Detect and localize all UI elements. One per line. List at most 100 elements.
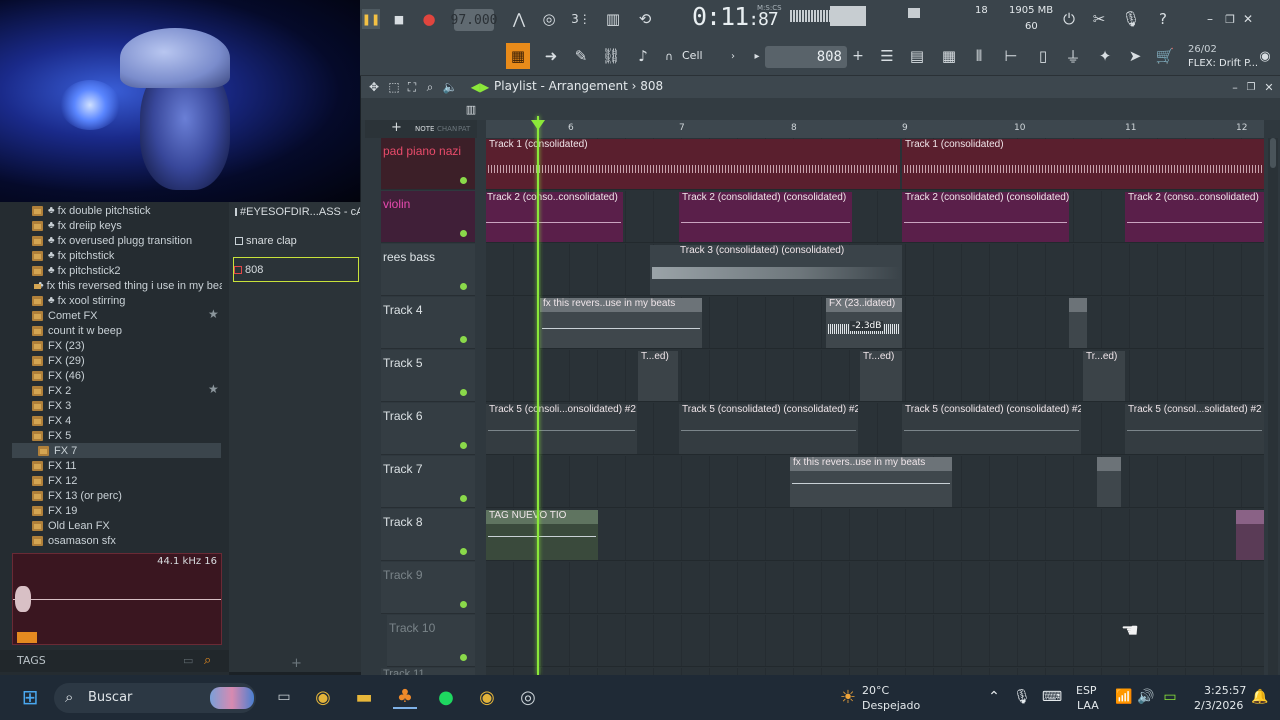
snap-next-icon[interactable]: › xyxy=(726,47,740,65)
loop-record-icon[interactable]: ⟲ xyxy=(634,9,656,29)
playlist-icon[interactable]: ☰ xyxy=(876,43,898,69)
tools-icon[interactable]: ✂ xyxy=(1088,9,1110,29)
obs-icon[interactable]: ◎ xyxy=(516,685,540,709)
track-lane[interactable]: Track 3 (consolidated) (consolidated) xyxy=(486,244,1264,296)
battery-icon[interactable]: ▭ xyxy=(1158,685,1182,709)
tab-chan[interactable]: CHAN xyxy=(437,125,457,133)
scroll-thumb[interactable] xyxy=(1270,138,1276,168)
sample-preview[interactable]: 44.1 kHz 16 xyxy=(12,553,222,645)
track-lane[interactable] xyxy=(486,615,1264,667)
time-ruler[interactable]: 6 7 8 9 10 11 12 xyxy=(486,120,1264,138)
star-icon[interactable]: ★ xyxy=(208,307,219,321)
lang-bottom[interactable]: LAA xyxy=(1077,699,1099,712)
browser-tree-icon[interactable]: ⊢ xyxy=(1000,43,1022,69)
audio-clip[interactable]: Tr...ed) xyxy=(1083,351,1125,401)
volume-icon[interactable]: 🔊 xyxy=(1134,685,1158,709)
browser-item[interactable]: FX 5 xyxy=(32,428,222,443)
browser-item[interactable]: ♣fx this reversed thing i use in my beat… xyxy=(32,278,222,293)
track-mute-led[interactable] xyxy=(460,230,467,237)
file-explorer-icon[interactable]: ▬ xyxy=(352,685,376,709)
track-mute-led[interactable] xyxy=(460,442,467,449)
add-picker-icon[interactable]: + xyxy=(291,656,302,671)
mic-tray-icon[interactable]: 🎙 xyxy=(1010,685,1034,709)
stop-icon[interactable]: ■ xyxy=(390,9,408,29)
browser-item[interactable]: Old Lean FX xyxy=(32,518,222,533)
track-lane[interactable]: TAG NUEVO TIO xyxy=(486,509,1264,561)
maximize-icon[interactable]: ❐ xyxy=(1222,9,1238,29)
track-header[interactable]: Track 10 xyxy=(387,615,475,667)
window-maximize-icon[interactable]: ❐ xyxy=(1243,78,1259,96)
browser-item-selected[interactable]: FX 7 xyxy=(12,443,221,458)
play-arrow-icon[interactable]: ◀▶ xyxy=(471,78,489,96)
vertical-scrollbar[interactable] xyxy=(1268,138,1278,675)
audio-clip[interactable]: Track 3 (consolidated) (consolidated) xyxy=(650,245,902,295)
chrome-profile-icon[interactable]: ◉ xyxy=(475,685,499,709)
browser-item[interactable]: FX 4 xyxy=(32,413,222,428)
pattern-clip[interactable]: Track 5 (consoli...onsolidated) #2 xyxy=(486,404,637,454)
taskbar-search[interactable]: ⌕ Buscar xyxy=(54,683,256,713)
hand-bell-icon[interactable]: ♪ xyxy=(632,43,654,69)
browser-item[interactable]: FX (46) xyxy=(32,368,222,383)
browser-item[interactable]: FX 19 xyxy=(32,503,222,518)
tab-note[interactable]: NOTE xyxy=(415,125,434,133)
audio-clip[interactable]: Tr...ed) xyxy=(860,351,902,401)
chrome-icon[interactable]: ◉ xyxy=(311,685,335,709)
track-header[interactable]: violin xyxy=(381,191,475,243)
audio-clip[interactable] xyxy=(1069,298,1087,348)
track-mute-led[interactable] xyxy=(460,177,467,184)
magnet-icon[interactable]: ∩ xyxy=(662,47,676,65)
browser-item[interactable]: FX (29) xyxy=(32,353,222,368)
wait-input-icon[interactable]: ◎ xyxy=(538,9,560,29)
browser-item[interactable]: osamason sfx xyxy=(32,533,222,548)
track-header[interactable]: Track 8 xyxy=(381,509,475,561)
speaker-icon[interactable]: 🔈 xyxy=(441,78,459,96)
piano-roll-icon[interactable]: ▦ xyxy=(938,43,960,69)
track-mute-led[interactable] xyxy=(460,336,467,343)
step-edit-icon[interactable]: ▥ xyxy=(602,9,624,29)
playlist-lanes[interactable]: Track 1 (consolidated) Track 1 (consolid… xyxy=(486,138,1264,675)
track-header[interactable]: Track 4 xyxy=(381,297,475,349)
track-header[interactable]: Track 7 xyxy=(381,456,475,508)
pattern-selector[interactable]: 808 xyxy=(765,46,847,68)
move-icon[interactable]: ✥ xyxy=(365,78,383,96)
browser-item[interactable]: ♣ fx double pitchstick xyxy=(32,203,222,218)
tab-pat[interactable]: PAT xyxy=(458,125,470,133)
audio-clip[interactable]: Track 1 (consolidated) xyxy=(902,139,1264,189)
send-icon[interactable]: ➤ xyxy=(1124,43,1146,69)
weather-icon[interactable]: ☀ xyxy=(836,685,860,709)
browser-item[interactable]: count it w beep xyxy=(32,323,222,338)
zoom-fit-icon[interactable]: ⛶ xyxy=(403,78,421,96)
audio-clip[interactable]: Track 2 (consolidated) (consolidated) xyxy=(902,192,1069,242)
audio-clip[interactable] xyxy=(1097,457,1121,507)
pattern-prev-icon[interactable]: ▸ xyxy=(750,47,764,65)
audio-clip[interactable]: Track 2 (conso..consolidated) xyxy=(486,192,623,242)
track-lane[interactable]: T...ed) Tr...ed) Tr...ed) xyxy=(486,350,1264,402)
track-mute-led[interactable] xyxy=(460,548,467,555)
picker-item[interactable]: snare clap xyxy=(235,233,360,249)
folder-tag-icon[interactable]: ▭ xyxy=(183,654,193,667)
metronome-icon[interactable]: ⋀ xyxy=(508,9,530,29)
search-tag-icon[interactable]: ⌕ xyxy=(204,653,211,668)
browser-item[interactable]: ♣ fx dreiip keys xyxy=(32,218,222,233)
news-icon[interactable]: ◉ xyxy=(1256,47,1274,65)
window-minimize-icon[interactable]: – xyxy=(1227,78,1243,96)
keyboard-tray-icon[interactable]: ⌨ xyxy=(1040,685,1064,709)
track-lane[interactable]: fx this revers..use in my beats FX (23..… xyxy=(486,297,1264,349)
pattern-clip[interactable]: Track 5 (consolidated) (consolidated) #2 xyxy=(902,404,1081,454)
draw-icon[interactable]: ✎ xyxy=(570,43,592,69)
pattern-clip[interactable]: Track 5 (consolidated) (consolidated) #2 xyxy=(679,404,858,454)
file-icon[interactable]: ▯ xyxy=(1032,43,1054,69)
notification-icon[interactable]: 🔔 xyxy=(1248,685,1272,709)
track-lane[interactable]: Track 2 (conso..consolidated) Track 2 (c… xyxy=(486,191,1264,243)
lang-top[interactable]: ESP xyxy=(1076,684,1097,697)
audio-clip[interactable] xyxy=(1236,510,1264,560)
minimize-icon[interactable]: – xyxy=(1202,9,1218,29)
track-header[interactable]: rees bass xyxy=(381,244,475,296)
tempo-display[interactable]: 97.000 xyxy=(451,9,497,31)
picker-item[interactable]: #EYESOFDIR...ASS - cASH xyxy=(235,204,360,220)
audio-clip[interactable]: Track 2 (consolidated) (consolidated) xyxy=(679,192,852,242)
add-pattern-icon[interactable]: + xyxy=(850,47,866,65)
audio-clip[interactable]: FX (23..idated) -2.3dB xyxy=(826,298,902,348)
audio-clip[interactable]: TAG NUEVO TIO xyxy=(486,510,598,560)
cart-icon[interactable]: 🛒 xyxy=(1154,43,1176,69)
